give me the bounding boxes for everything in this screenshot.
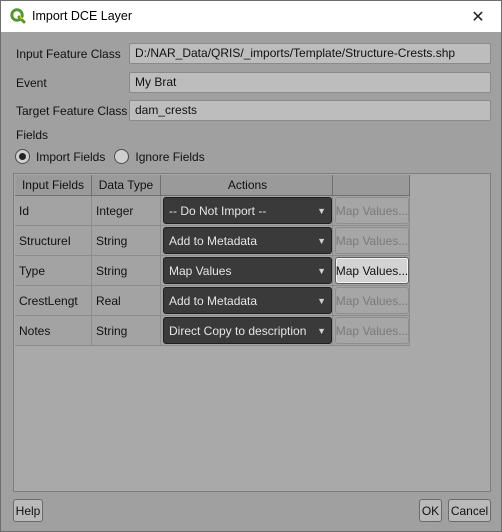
input-field-cell: StructureI bbox=[15, 226, 92, 256]
import-fields-label[interactable]: Import Fields bbox=[36, 150, 105, 164]
action-dropdown[interactable]: -- Do Not Import -- ▼ bbox=[163, 197, 332, 224]
data-type-cell: Integer bbox=[92, 196, 161, 226]
action-dropdown-value: -- Do Not Import -- bbox=[169, 203, 267, 218]
close-button[interactable]: ✕ bbox=[455, 1, 501, 32]
map-values-cell: Map Values... bbox=[333, 256, 410, 286]
map-values-cell: Map Values... bbox=[333, 316, 410, 346]
data-type-cell: String bbox=[92, 226, 161, 256]
action-cell: Direct Copy to description ▼ bbox=[161, 316, 333, 346]
chevron-down-icon: ▼ bbox=[317, 206, 326, 216]
map-values-button: Map Values... bbox=[335, 287, 409, 314]
cancel-button[interactable]: Cancel bbox=[448, 499, 491, 522]
title-bar: Import DCE Layer ✕ bbox=[1, 1, 501, 32]
map-values-button[interactable]: Map Values... bbox=[335, 257, 409, 284]
input-feature-class-field[interactable]: D:/NAR_Data/QRIS/_imports/Template/Struc… bbox=[129, 43, 491, 64]
map-values-cell: Map Values... bbox=[333, 196, 410, 226]
fields-table: Input Fields Data Type Actions Id Intege… bbox=[13, 173, 491, 492]
action-dropdown-value: Add to Metadata bbox=[169, 233, 258, 248]
chevron-down-icon: ▼ bbox=[317, 236, 326, 246]
import-dce-layer-dialog: Import DCE Layer ✕ Input Feature Class D… bbox=[0, 0, 502, 532]
ignore-fields-label[interactable]: Ignore Fields bbox=[135, 150, 204, 164]
ok-button[interactable]: OK bbox=[419, 499, 442, 522]
input-field-cell: Notes bbox=[15, 316, 92, 346]
data-type-cell: String bbox=[92, 256, 161, 286]
table-header: Input Fields Data Type Actions bbox=[15, 175, 410, 196]
input-field-cell: Type bbox=[15, 256, 92, 286]
action-dropdown-value: Direct Copy to description bbox=[169, 323, 307, 338]
chevron-down-icon: ▼ bbox=[317, 266, 326, 276]
help-button[interactable]: Help bbox=[13, 499, 43, 522]
action-cell: Add to Metadata ▼ bbox=[161, 226, 333, 256]
map-values-cell: Map Values... bbox=[333, 286, 410, 316]
table-row: CrestLengt Real Add to Metadata ▼ Map Va… bbox=[15, 286, 410, 316]
table-row: Type String Map Values ▼ Map Values... bbox=[15, 256, 410, 286]
column-header-data-type[interactable]: Data Type bbox=[92, 175, 161, 196]
action-cell: -- Do Not Import -- ▼ bbox=[161, 196, 333, 226]
target-feature-class-label: Target Feature Class bbox=[16, 104, 128, 118]
input-feature-class-label: Input Feature Class bbox=[16, 47, 121, 61]
table-row: StructureI String Add to Metadata ▼ Map … bbox=[15, 226, 410, 256]
dialog-body: Input Feature Class D:/NAR_Data/QRIS/_im… bbox=[1, 32, 501, 531]
input-field-cell: CrestLengt bbox=[15, 286, 92, 316]
column-header-input-fields[interactable]: Input Fields bbox=[15, 175, 92, 196]
data-type-cell: Real bbox=[92, 286, 161, 316]
target-feature-class-field[interactable]: dam_crests bbox=[129, 100, 491, 121]
event-label: Event bbox=[16, 76, 47, 90]
map-values-cell: Map Values... bbox=[333, 226, 410, 256]
import-fields-radio[interactable] bbox=[15, 149, 30, 164]
qgis-logo-icon bbox=[10, 8, 26, 24]
action-dropdown[interactable]: Map Values ▼ bbox=[163, 257, 332, 284]
map-values-button: Map Values... bbox=[335, 227, 409, 254]
column-header-actions[interactable]: Actions bbox=[161, 175, 333, 196]
action-dropdown[interactable]: Add to Metadata ▼ bbox=[163, 287, 332, 314]
action-dropdown[interactable]: Add to Metadata ▼ bbox=[163, 227, 332, 254]
fields-radio-group: Import Fields Ignore Fields bbox=[15, 149, 205, 164]
radio-selected-dot bbox=[19, 153, 26, 160]
action-dropdown-value: Map Values bbox=[169, 263, 232, 278]
data-type-cell: String bbox=[92, 316, 161, 346]
table-row: Notes String Direct Copy to description … bbox=[15, 316, 410, 346]
action-cell: Map Values ▼ bbox=[161, 256, 333, 286]
chevron-down-icon: ▼ bbox=[317, 326, 326, 336]
chevron-down-icon: ▼ bbox=[317, 296, 326, 306]
ignore-fields-radio[interactable] bbox=[114, 149, 130, 164]
table-row: Id Integer -- Do Not Import -- ▼ Map Val… bbox=[15, 196, 410, 226]
action-dropdown-value: Add to Metadata bbox=[169, 293, 258, 308]
action-cell: Add to Metadata ▼ bbox=[161, 286, 333, 316]
map-values-button: Map Values... bbox=[335, 197, 409, 224]
column-header-map-values[interactable] bbox=[333, 175, 410, 196]
input-field-cell: Id bbox=[15, 196, 92, 226]
action-dropdown[interactable]: Direct Copy to description ▼ bbox=[163, 317, 332, 344]
fields-label: Fields bbox=[16, 128, 49, 142]
map-values-button: Map Values... bbox=[335, 317, 409, 344]
event-field[interactable]: My Brat bbox=[129, 72, 491, 93]
window-title: Import DCE Layer bbox=[32, 9, 133, 23]
